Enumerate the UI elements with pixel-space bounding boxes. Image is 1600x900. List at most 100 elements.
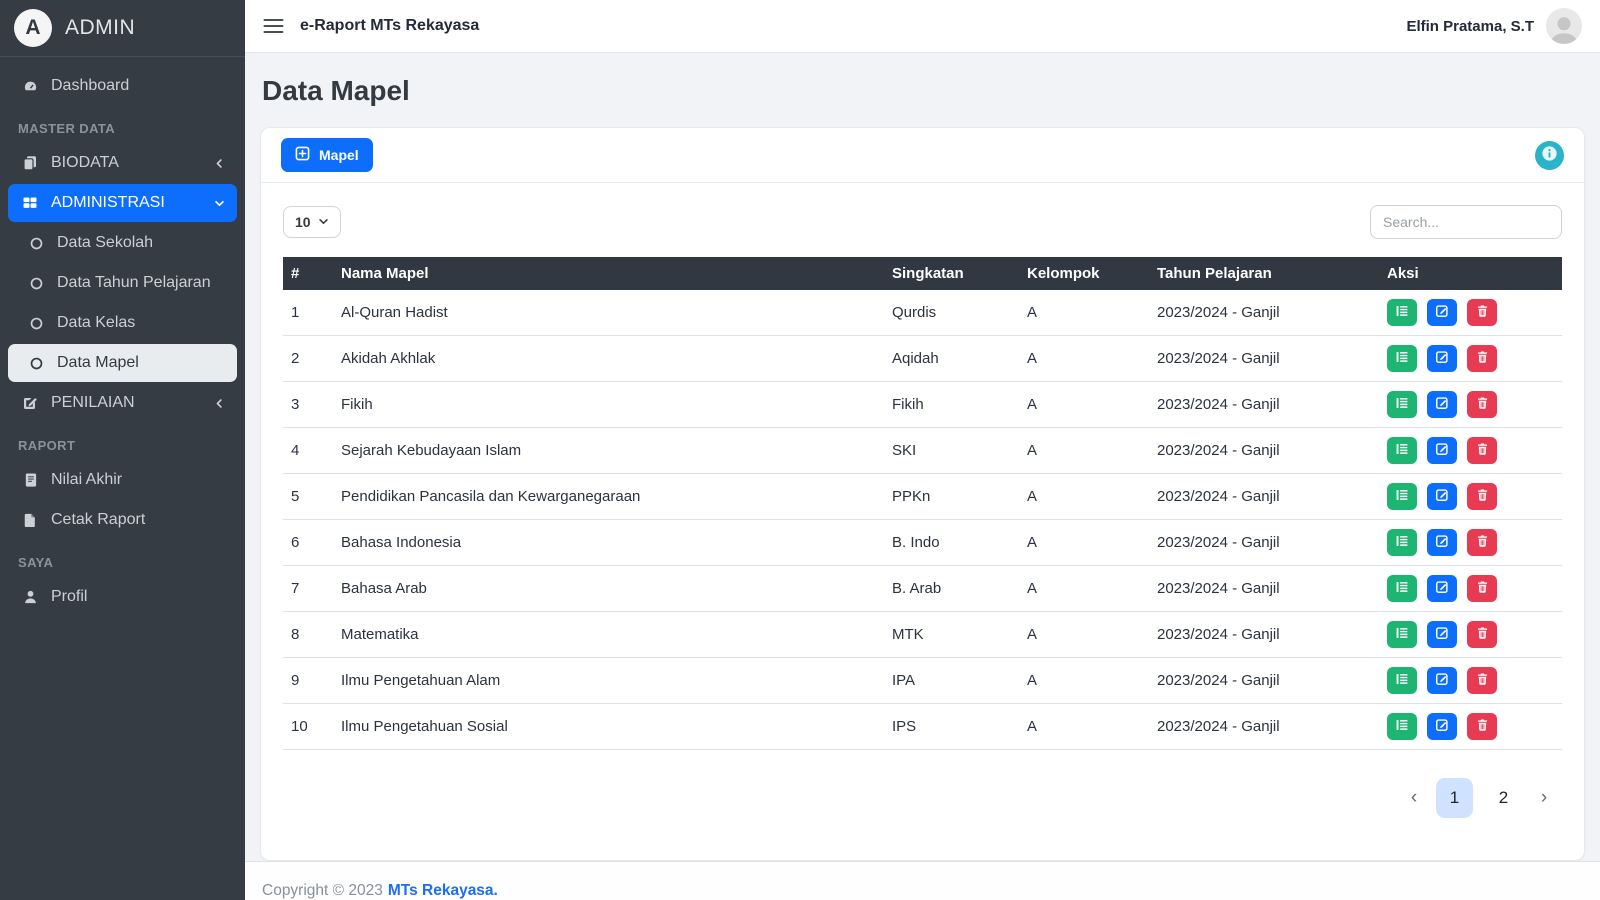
chevron-down-icon (318, 214, 329, 230)
detail-button[interactable] (1387, 299, 1417, 326)
sidebar-item-profil[interactable]: Profil (8, 578, 237, 616)
cell-tahun-pelajaran: 2023/2024 - Ganjil (1147, 612, 1377, 658)
section-header-saya: SAYA (18, 555, 245, 570)
cell-tahun-pelajaran: 2023/2024 - Ganjil (1147, 566, 1377, 612)
sidebar-item-data-sekolah[interactable]: Data Sekolah (8, 224, 237, 262)
page-length-select[interactable]: 10 (283, 206, 341, 238)
table-row: 8 Matematika MTK A 2023/2024 - Ganjil (283, 612, 1562, 658)
sidebar-brand[interactable]: A ADMIN (0, 0, 245, 57)
sidebar-item-data-mapel[interactable]: Data Mapel (8, 344, 237, 382)
pagination-page-2[interactable]: 2 (1485, 778, 1522, 818)
cell-tahun-pelajaran: 2023/2024 - Ganjil (1147, 658, 1377, 704)
edit-button[interactable] (1427, 575, 1457, 602)
cell-singkatan: IPA (882, 658, 1017, 704)
search-input[interactable] (1370, 205, 1562, 239)
cell-kelompok: A (1017, 382, 1147, 428)
delete-button[interactable] (1467, 621, 1497, 648)
delete-button[interactable] (1467, 713, 1497, 740)
delete-button[interactable] (1467, 391, 1497, 418)
cell-nama-mapel: Sejarah Kebudayaan Islam (331, 428, 882, 474)
pagination-next[interactable]: › (1534, 778, 1554, 818)
detail-button[interactable] (1387, 437, 1417, 464)
sidebar-item-penilaian[interactable]: PENILAIAN (8, 384, 237, 422)
circle-icon (26, 275, 46, 291)
delete-button[interactable] (1467, 529, 1497, 556)
delete-button[interactable] (1467, 345, 1497, 372)
sidebar-toggle-button[interactable] (263, 18, 284, 34)
edit-button[interactable] (1427, 345, 1457, 372)
app-root: A ADMIN Dashboard MASTER DATA BIODATA (0, 0, 1600, 900)
cell-tahun-pelajaran: 2023/2024 - Ganjil (1147, 428, 1377, 474)
delete-button[interactable] (1467, 575, 1497, 602)
file-icon (20, 512, 40, 528)
detail-button[interactable] (1387, 621, 1417, 648)
pagination-prev[interactable]: ‹ (1404, 778, 1424, 818)
section-header-raport: RAPORT (18, 438, 245, 453)
menu-label: BIODATA (51, 154, 119, 172)
edit-button[interactable] (1427, 437, 1457, 464)
sidebar-item-administrasi[interactable]: ADMINISTRASI (8, 184, 237, 222)
col-header-aksi: Aksi (1377, 257, 1562, 290)
pagination: ‹ 1 2 › (283, 778, 1562, 818)
table-row: 10 Ilmu Pengetahuan Sosial IPS A 2023/20… (283, 704, 1562, 750)
delete-button[interactable] (1467, 437, 1497, 464)
edit-button[interactable] (1427, 529, 1457, 556)
delete-button[interactable] (1467, 299, 1497, 326)
detail-button[interactable] (1387, 713, 1417, 740)
menu-label: Profil (51, 588, 87, 606)
pen-square-icon (1435, 304, 1449, 321)
detail-button[interactable] (1387, 529, 1417, 556)
user-avatar[interactable] (1546, 8, 1582, 44)
edit-button[interactable] (1427, 299, 1457, 326)
edit-button[interactable] (1427, 483, 1457, 510)
sidebar-item-data-tahun-pelajaran[interactable]: Data Tahun Pelajaran (8, 264, 237, 302)
mapel-table: # Nama Mapel Singkatan Kelompok Tahun Pe… (283, 257, 1562, 750)
detail-button[interactable] (1387, 345, 1417, 372)
delete-button[interactable] (1467, 667, 1497, 694)
edit-button[interactable] (1427, 667, 1457, 694)
table-row: 3 Fikih Fikih A 2023/2024 - Ganjil (283, 382, 1562, 428)
table-row: 2 Akidah Akhlak Aqidah A 2023/2024 - Gan… (283, 336, 1562, 382)
info-button[interactable] (1535, 141, 1564, 170)
detail-button[interactable] (1387, 391, 1417, 418)
table-toolbar: 10 (283, 205, 1562, 239)
detail-button[interactable] (1387, 483, 1417, 510)
cell-num: 1 (283, 290, 331, 336)
edit-button[interactable] (1427, 391, 1457, 418)
sidebar-item-nilai-akhir[interactable]: Nilai Akhir (8, 461, 237, 499)
user-name[interactable]: Elfin Pratama, S.T (1406, 18, 1534, 35)
list-icon (1395, 718, 1409, 735)
menu-label: Data Mapel (57, 354, 139, 372)
add-mapel-label: Mapel (319, 147, 359, 163)
cell-nama-mapel: Fikih (331, 382, 882, 428)
add-mapel-button[interactable]: Mapel (281, 138, 373, 172)
delete-button[interactable] (1467, 483, 1497, 510)
sidebar-item-data-kelas[interactable]: Data Kelas (8, 304, 237, 342)
menu-label: Data Tahun Pelajaran (57, 274, 211, 292)
sidebar-item-biodata[interactable]: BIODATA (8, 144, 237, 182)
sidebar-item-dashboard[interactable]: Dashboard (8, 67, 237, 105)
admin-logo-icon: A (14, 9, 52, 47)
cell-nama-mapel: Al-Quran Hadist (331, 290, 882, 336)
edit-button[interactable] (1427, 713, 1457, 740)
detail-button[interactable] (1387, 575, 1417, 602)
footer-brand-link[interactable]: MTs Rekayasa. (388, 882, 498, 900)
circle-icon (26, 355, 46, 371)
pagination-page-1[interactable]: 1 (1436, 778, 1473, 818)
cell-singkatan: SKI (882, 428, 1017, 474)
menu-label: Nilai Akhir (51, 471, 122, 489)
list-icon (1395, 304, 1409, 321)
chevron-down-icon (214, 198, 225, 209)
cell-kelompok: A (1017, 428, 1147, 474)
cell-aksi (1377, 520, 1562, 566)
list-icon (1395, 396, 1409, 413)
pen-square-icon (1435, 350, 1449, 367)
table-row: 4 Sejarah Kebudayaan Islam SKI A 2023/20… (283, 428, 1562, 474)
detail-button[interactable] (1387, 667, 1417, 694)
cell-kelompok: A (1017, 612, 1147, 658)
pen-square-icon (1435, 442, 1449, 459)
sidebar-item-cetak-raport[interactable]: Cetak Raport (8, 501, 237, 539)
edit-button[interactable] (1427, 621, 1457, 648)
cell-aksi (1377, 382, 1562, 428)
trash-icon (1476, 672, 1489, 689)
